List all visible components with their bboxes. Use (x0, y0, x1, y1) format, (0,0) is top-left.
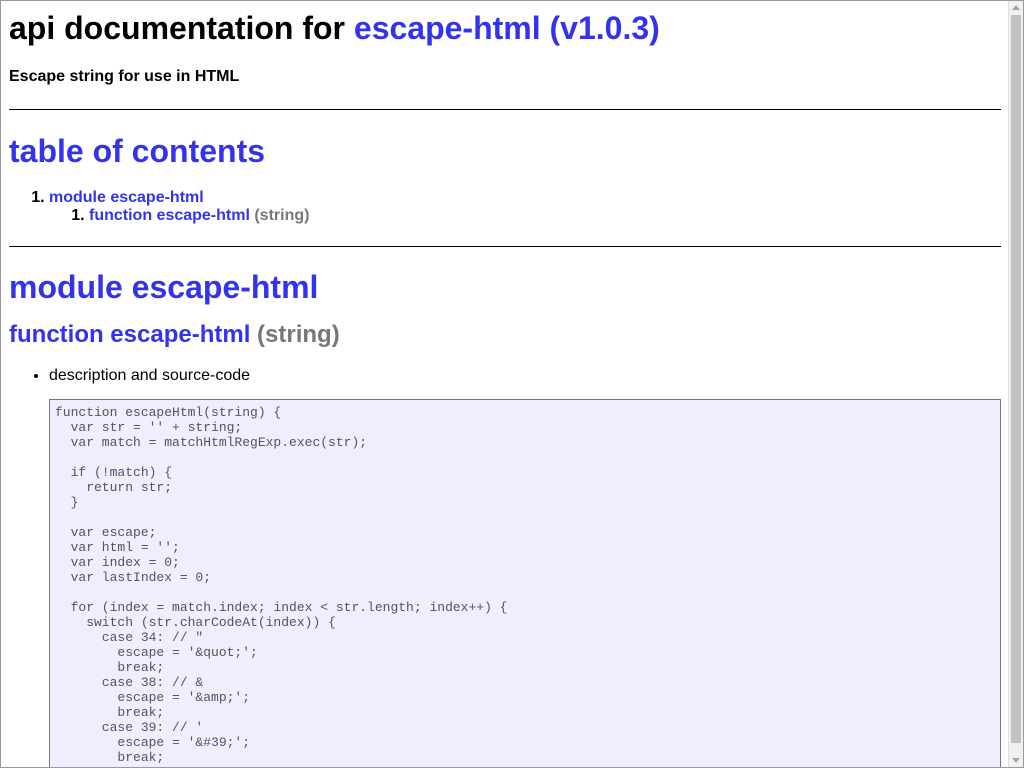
toc-link-module[interactable]: module escape-html (49, 189, 204, 206)
scroll-down-arrow-icon[interactable] (1012, 758, 1020, 763)
module-heading: module escape-html (9, 268, 1001, 306)
scroll-up-arrow-icon[interactable] (1012, 5, 1020, 10)
page-content: api documentation for escape-html (v1.0.… (1, 1, 1008, 767)
description-item: description and source-code (49, 366, 1001, 386)
page-title: api documentation for escape-html (v1.0.… (9, 9, 1001, 47)
page-title-prefix: api documentation for (9, 10, 354, 46)
toc-item-module: module escape-html function escape-html … (49, 189, 1001, 225)
description-list: description and source-code (9, 366, 1001, 386)
toc-heading: table of contents (9, 132, 1001, 170)
function-signature: (string) (250, 321, 340, 348)
toc-link-function[interactable]: function escape-html (89, 207, 250, 224)
toc-heading-link[interactable]: table of contents (9, 133, 265, 169)
toc-list: module escape-html function escape-html … (9, 189, 1001, 225)
toc-sublist: function escape-html (string) (49, 207, 1001, 225)
divider (9, 109, 1001, 110)
toc-function-signature: (string) (249, 207, 310, 224)
scrollbar-thumb[interactable] (1011, 15, 1021, 743)
function-heading: function escape-html (string) (9, 321, 1001, 349)
function-heading-link[interactable]: function escape-html (9, 321, 250, 348)
package-description: Escape string for use in HTML (9, 68, 240, 85)
module-heading-link[interactable]: module escape-html (9, 269, 318, 305)
divider (9, 246, 1001, 247)
source-code-block: function escapeHtml(string) { var str = … (49, 399, 1001, 767)
browser-viewport: api documentation for escape-html (v1.0.… (0, 0, 1024, 768)
vertical-scrollbar[interactable] (1008, 1, 1023, 767)
package-link[interactable]: escape-html (v1.0.3) (354, 10, 660, 46)
toc-item-function: function escape-html (string) (89, 207, 1001, 225)
